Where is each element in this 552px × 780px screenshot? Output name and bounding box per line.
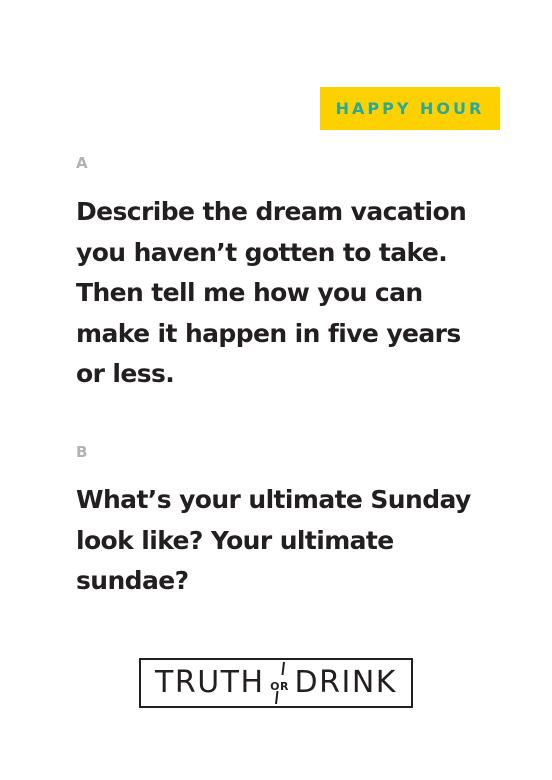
happy-hour-badge: HAPPY HOUR xyxy=(320,87,500,130)
logo-word-truth: TRUTH xyxy=(155,665,265,700)
logo-word-or: OR xyxy=(270,679,289,693)
question-a-text: Describe the dream vacation you haven’t … xyxy=(76,197,467,388)
truth-or-drink-logo: TRUTH OR DRINK xyxy=(139,658,413,708)
question-b-text: What’s your ultimate Sunday look like? Y… xyxy=(76,485,471,595)
logo-or-mark: OR xyxy=(265,660,295,706)
question-a-letter: A xyxy=(76,154,88,172)
logo-word-drink: DRINK xyxy=(294,665,397,700)
badge-label: HAPPY HOUR xyxy=(335,99,485,118)
question-b-letter: B xyxy=(76,443,88,461)
